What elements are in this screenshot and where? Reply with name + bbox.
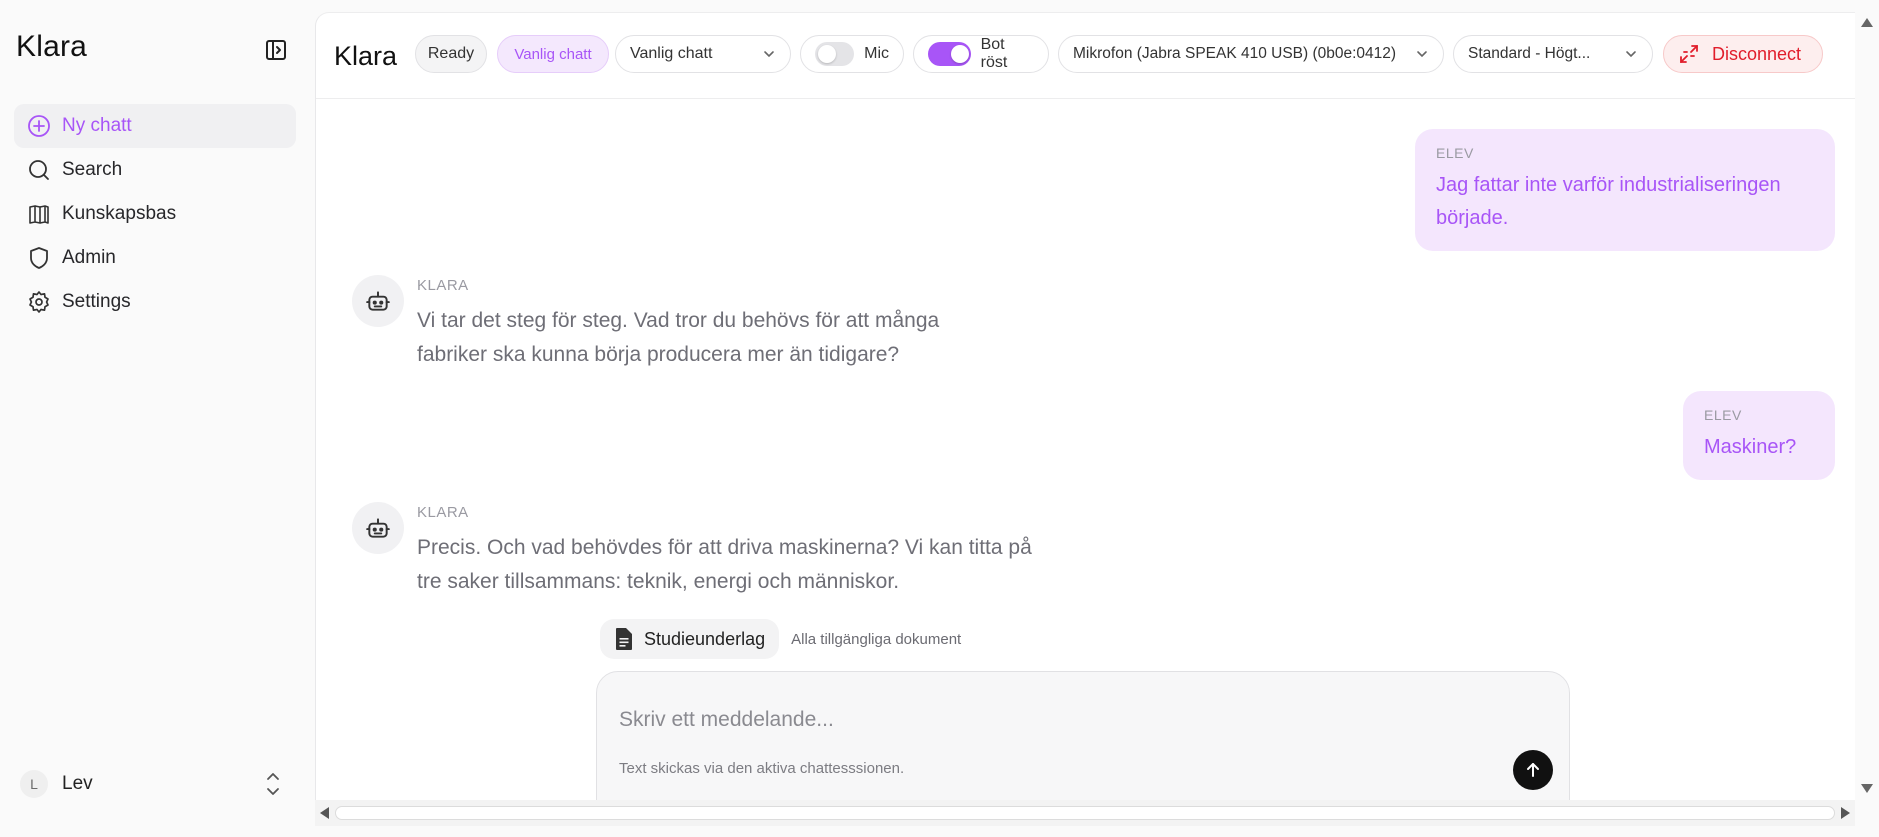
message-text: Jag fattar inte varför industrialisering… xyxy=(1436,174,1781,229)
sidebar-item-ny-chatt[interactable]: Ny chatt xyxy=(14,104,296,148)
chat-panel: Klara Ready Vanlig chatt Vanlig chatt Mi… xyxy=(315,12,1855,824)
app-window: Klara Ny chatt Search Kunskapsbas Admin … xyxy=(0,0,1879,837)
bot-voice-switch[interactable] xyxy=(928,42,971,66)
message-text: Maskiner? xyxy=(1704,436,1797,458)
user-message: ELEV Jag fattar inte varför industrialis… xyxy=(1415,129,1835,251)
message-role: KLARA xyxy=(417,277,469,294)
sidebar-item-search[interactable]: Search xyxy=(14,148,296,192)
shield-icon xyxy=(26,245,52,271)
plus-circle-icon xyxy=(26,113,52,139)
scroll-right-icon[interactable] xyxy=(1841,807,1850,819)
speaker-select-value: Standard - Högt... xyxy=(1468,45,1591,62)
sidebar: Klara Ny chatt Search Kunskapsbas Admin … xyxy=(0,0,314,837)
message-input[interactable] xyxy=(619,702,1499,738)
sidebar-item-admin[interactable]: Admin xyxy=(14,236,296,280)
composer-hint: Text skickas via den aktiva chattesssion… xyxy=(619,760,905,777)
sidebar-item-label: Settings xyxy=(62,291,131,312)
sidebar-item-label: Admin xyxy=(62,247,116,268)
horizontal-scrollbar[interactable] xyxy=(315,800,1855,826)
bot-voice-label: Bot röst xyxy=(980,36,1008,71)
mic-label: Mic xyxy=(864,45,889,62)
arrow-up-icon xyxy=(1527,763,1539,777)
microphone-select[interactable]: Mikrofon (Jabra SPEAK 410 USB) (0b0e:041… xyxy=(1058,35,1444,73)
mic-switch[interactable] xyxy=(815,42,855,66)
sidebar-item-label: Search xyxy=(62,159,123,180)
mic-toggle[interactable]: Mic xyxy=(800,35,904,73)
gear-icon xyxy=(26,289,52,315)
disconnect-icon xyxy=(1678,43,1700,65)
status-text: Ready xyxy=(427,45,475,62)
study-material-label: Studieunderlag xyxy=(644,628,766,649)
document-icon xyxy=(614,627,634,651)
message-role: ELEV xyxy=(1704,407,1742,423)
sidebar-nav: Ny chatt Search Kunskapsbas Admin Settin… xyxy=(14,104,296,324)
scroll-up-icon[interactable] xyxy=(1861,18,1873,27)
message-role: KLARA xyxy=(417,504,469,521)
message-text: Precis. Och vad behövdes för att driva m… xyxy=(417,536,1032,593)
vertical-scrollbar[interactable] xyxy=(1855,12,1879,800)
avatar: L xyxy=(20,770,48,798)
mode-select-value: Vanlig chatt xyxy=(630,45,713,62)
context-row: Studieunderlag Alla tillgängliga dokumen… xyxy=(600,619,961,659)
sidebar-collapse-icon xyxy=(266,40,286,60)
chevron-down-icon xyxy=(1415,47,1429,61)
message-role: ELEV xyxy=(1436,145,1474,161)
disconnect-label: Disconnect xyxy=(1712,43,1802,64)
robot-icon xyxy=(366,518,390,538)
sidebar-item-kunskapsbas[interactable]: Kunskapsbas xyxy=(14,192,296,236)
brand-logo: Klara xyxy=(16,30,88,63)
chevron-up-down-icon xyxy=(262,769,284,799)
chevron-down-icon xyxy=(762,47,776,61)
context-note: Alla tillgängliga dokument xyxy=(791,630,962,648)
sidebar-toggle-button[interactable] xyxy=(262,36,290,64)
message-text: Vi tar det steg för steg. Vad tror du be… xyxy=(417,309,940,366)
study-material-button[interactable]: Studieunderlag xyxy=(600,619,780,659)
microphone-select-value: Mikrofon (Jabra SPEAK 410 USB) (0b0e:041… xyxy=(1073,45,1397,62)
user-menu[interactable]: L Lev xyxy=(20,766,284,802)
send-button[interactable] xyxy=(1513,750,1553,790)
bot-avatar xyxy=(352,275,404,327)
top-toolbar: Klara Ready Vanlig chatt Vanlig chatt Mi… xyxy=(316,13,1855,99)
robot-icon xyxy=(366,291,390,311)
bot-avatar xyxy=(352,502,404,554)
disconnect-button[interactable]: Disconnect xyxy=(1663,35,1823,73)
page-title: Klara xyxy=(334,41,398,71)
chevron-down-icon xyxy=(1624,47,1638,61)
sidebar-item-label: Ny chatt xyxy=(62,115,132,136)
user-name: Lev xyxy=(62,773,93,794)
scroll-down-icon[interactable] xyxy=(1861,784,1873,793)
search-icon xyxy=(26,157,52,183)
sidebar-item-settings[interactable]: Settings xyxy=(14,280,296,324)
sidebar-item-label: Kunskapsbas xyxy=(62,203,177,224)
mode-badge: Vanlig chatt xyxy=(497,35,609,73)
library-icon xyxy=(26,201,52,227)
bot-voice-toggle[interactable]: Bot röst xyxy=(913,35,1049,73)
mode-select[interactable]: Vanlig chatt xyxy=(615,35,791,73)
speaker-select[interactable]: Standard - Högt... xyxy=(1453,35,1653,73)
horizontal-scroll-thumb[interactable] xyxy=(335,806,1835,820)
scroll-left-icon[interactable] xyxy=(320,807,329,819)
status-badge: Ready xyxy=(415,35,487,73)
mode-badge-text: Vanlig chatt xyxy=(514,45,592,63)
user-message: ELEV Maskiner? xyxy=(1683,391,1835,480)
